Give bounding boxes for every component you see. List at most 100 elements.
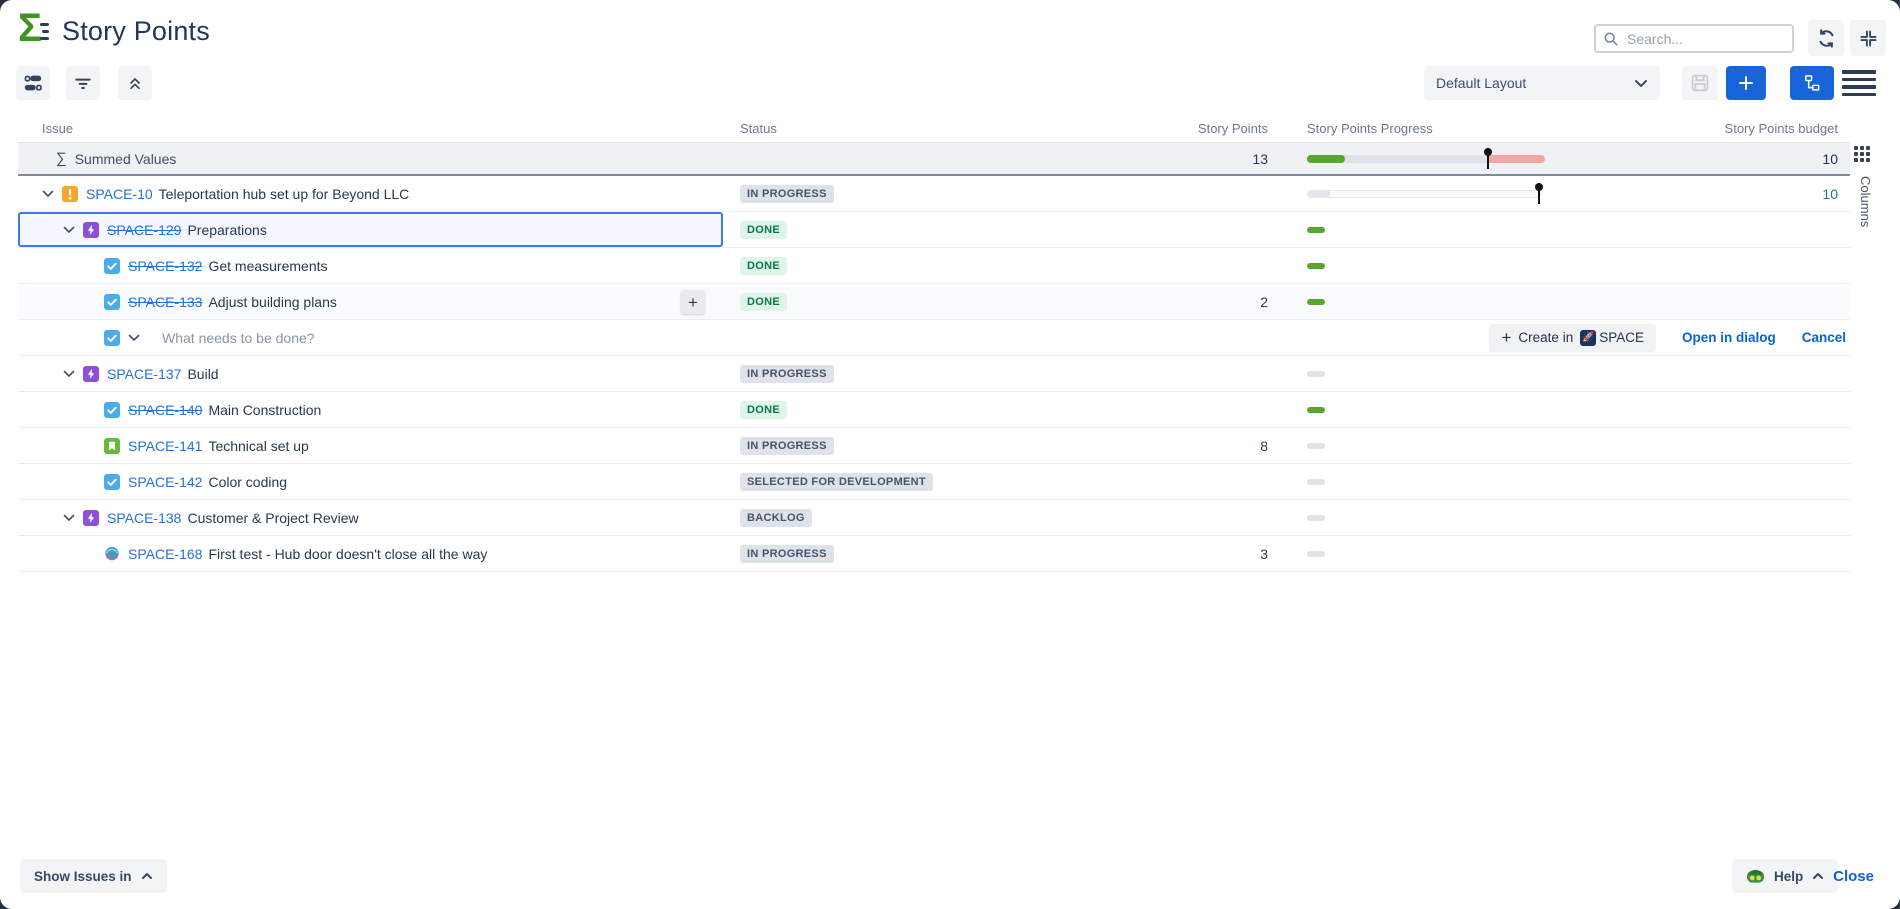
issue-cell[interactable]: SPACE-137 Build bbox=[18, 356, 723, 391]
help-button[interactable]: Help bbox=[1732, 859, 1838, 893]
story-points-cell[interactable] bbox=[1118, 356, 1268, 391]
expander-chevron-down-icon[interactable] bbox=[63, 370, 75, 378]
collapse-all-button[interactable] bbox=[118, 66, 152, 100]
save-layout-button[interactable] bbox=[1682, 66, 1718, 100]
main-menu-button[interactable] bbox=[1842, 70, 1876, 96]
status-badge[interactable]: IN PROGRESS bbox=[740, 545, 834, 563]
close-link[interactable]: Close bbox=[1833, 868, 1874, 885]
status-badge[interactable]: BACKLOG bbox=[740, 509, 812, 527]
budget-marker-pin[interactable] bbox=[1484, 148, 1492, 170]
issue-summary[interactable]: Main Construction bbox=[208, 402, 321, 418]
expander-chevron-down-icon[interactable] bbox=[42, 190, 54, 198]
column-header-story-points-budget[interactable]: Story Points budget bbox=[1618, 121, 1838, 136]
issue-summary[interactable]: Build bbox=[187, 366, 218, 382]
story-points-budget-cell[interactable]: 10 bbox=[1688, 176, 1838, 211]
issue-summary[interactable]: Customer & Project Review bbox=[187, 510, 358, 526]
new-issue-summary-input[interactable] bbox=[162, 330, 522, 346]
issue-summary[interactable]: First test - Hub door doesn't close all … bbox=[208, 546, 487, 562]
column-header-story-points[interactable]: Story Points bbox=[1118, 121, 1268, 136]
issue-cell[interactable]: SPACE-142 Color coding bbox=[18, 464, 723, 499]
page-title: Story Points bbox=[62, 16, 210, 47]
story-points-cell[interactable] bbox=[1118, 500, 1268, 535]
status-badge[interactable]: IN PROGRESS bbox=[740, 365, 834, 383]
task-issue-icon[interactable] bbox=[104, 330, 120, 346]
progress-pill-empty bbox=[1307, 443, 1325, 449]
column-header-status[interactable]: Status bbox=[740, 121, 777, 136]
story-points-budget-cell[interactable] bbox=[1688, 248, 1838, 283]
status-cell: IN PROGRESS bbox=[735, 536, 1065, 571]
story-points-budget-cell[interactable] bbox=[1688, 212, 1838, 247]
issue-summary[interactable]: Color coding bbox=[208, 474, 287, 490]
status-badge[interactable]: DONE bbox=[740, 257, 787, 275]
budget-marker-pin[interactable] bbox=[1535, 183, 1543, 205]
story-points-cell[interactable] bbox=[1118, 212, 1268, 247]
story-points-budget-cell[interactable] bbox=[1688, 284, 1838, 319]
story-points-cell[interactable] bbox=[1118, 464, 1268, 499]
issue-cell[interactable]: SPACE-168 First test - Hub door doesn't c… bbox=[18, 536, 723, 571]
story-points-budget-cell[interactable] bbox=[1688, 464, 1838, 499]
status-badge[interactable]: DONE bbox=[740, 293, 787, 311]
issue-key-link[interactable]: SPACE-132 bbox=[128, 258, 202, 274]
story-points-budget-cell[interactable] bbox=[1688, 392, 1838, 427]
issue-summary[interactable]: Adjust building plans bbox=[208, 294, 336, 310]
issue-key-link[interactable]: SPACE-141 bbox=[128, 438, 202, 454]
issue-cell[interactable]: SPACE-129 Preparations bbox=[18, 212, 723, 247]
exit-fullscreen-button[interactable] bbox=[1850, 20, 1886, 56]
columns-panel-tab[interactable]: Columns bbox=[1858, 176, 1873, 227]
group-by-button[interactable] bbox=[16, 66, 50, 100]
story-points-budget-cell[interactable] bbox=[1688, 536, 1838, 571]
issue-key-link[interactable]: SPACE-137 bbox=[107, 366, 181, 382]
create-in-project-button[interactable]: +Create in🚀SPACE bbox=[1489, 324, 1655, 352]
add-child-issue-button[interactable]: + bbox=[681, 290, 705, 314]
story-points-budget-cell[interactable] bbox=[1688, 356, 1838, 391]
expander-chevron-down-icon[interactable] bbox=[63, 226, 75, 234]
layout-selector[interactable]: Default Layout bbox=[1424, 66, 1660, 100]
budget-slider[interactable] bbox=[1307, 190, 1541, 198]
issue-key-link[interactable]: SPACE-142 bbox=[128, 474, 202, 490]
story-points-progress-cell bbox=[1307, 248, 1567, 283]
issue-cell[interactable]: SPACE-140 Main Construction bbox=[18, 392, 723, 427]
issue-summary[interactable]: Preparations bbox=[187, 222, 266, 238]
expander-chevron-down-icon[interactable] bbox=[63, 514, 75, 522]
status-badge[interactable]: IN PROGRESS bbox=[740, 437, 834, 455]
story-points-cell[interactable] bbox=[1118, 392, 1268, 427]
structure-view-toggle-button[interactable] bbox=[1790, 66, 1834, 100]
search-input[interactable] bbox=[1627, 31, 1784, 47]
issue-summary[interactable]: Technical set up bbox=[208, 438, 308, 454]
status-badge[interactable]: DONE bbox=[740, 221, 787, 239]
story-points-cell[interactable] bbox=[1118, 176, 1268, 211]
open-in-dialog-link[interactable]: Open in dialog bbox=[1682, 330, 1776, 345]
issue-key-link[interactable]: SPACE-140 bbox=[128, 402, 202, 418]
story-points-budget-cell[interactable] bbox=[1688, 500, 1838, 535]
issue-cell[interactable]: SPACE-138 Customer & Project Review bbox=[18, 500, 723, 535]
show-issues-in-button[interactable]: Show Issues in bbox=[20, 859, 167, 893]
table-row: SPACE-133 Adjust building plans + DONE 2 bbox=[18, 284, 1850, 320]
status-badge[interactable]: SELECTED FOR DEVELOPMENT bbox=[740, 473, 933, 491]
issue-key-link[interactable]: SPACE-133 bbox=[128, 294, 202, 310]
column-header-story-points-progress[interactable]: Story Points Progress bbox=[1307, 121, 1433, 136]
story-points-cell[interactable] bbox=[1118, 248, 1268, 283]
cancel-link[interactable]: Cancel bbox=[1802, 330, 1846, 345]
issue-key-link[interactable]: SPACE-10 bbox=[86, 186, 153, 202]
story-points-cell[interactable]: 3 bbox=[1118, 536, 1268, 571]
story-points-cell[interactable]: 2 bbox=[1118, 284, 1268, 319]
issue-summary[interactable]: Teleportation hub set up for Beyond LLC bbox=[159, 186, 410, 202]
issue-type-chevron-down-icon[interactable] bbox=[128, 334, 140, 342]
status-badge[interactable]: DONE bbox=[740, 401, 787, 419]
issue-cell[interactable]: SPACE-10 Teleportation hub set up for Bey… bbox=[18, 176, 723, 211]
columns-drag-grip-icon[interactable] bbox=[1854, 146, 1874, 166]
issue-key-link[interactable]: SPACE-168 bbox=[128, 546, 202, 562]
refresh-button[interactable] bbox=[1808, 20, 1844, 56]
story-points-budget-cell[interactable] bbox=[1688, 428, 1838, 463]
issue-key-link[interactable]: SPACE-129 bbox=[107, 222, 181, 238]
filter-button[interactable] bbox=[66, 66, 100, 100]
issue-summary[interactable]: Get measurements bbox=[208, 258, 327, 274]
add-item-button[interactable] bbox=[1726, 66, 1766, 100]
story-points-cell[interactable]: 8 bbox=[1118, 428, 1268, 463]
status-badge[interactable]: IN PROGRESS bbox=[740, 185, 834, 203]
issue-cell[interactable]: SPACE-132 Get measurements bbox=[18, 248, 723, 283]
issue-cell[interactable]: SPACE-141 Technical set up bbox=[18, 428, 723, 463]
issue-key-link[interactable]: SPACE-138 bbox=[107, 510, 181, 526]
column-header-issue[interactable]: Issue bbox=[42, 121, 73, 136]
issue-cell[interactable]: SPACE-133 Adjust building plans + bbox=[18, 284, 723, 319]
